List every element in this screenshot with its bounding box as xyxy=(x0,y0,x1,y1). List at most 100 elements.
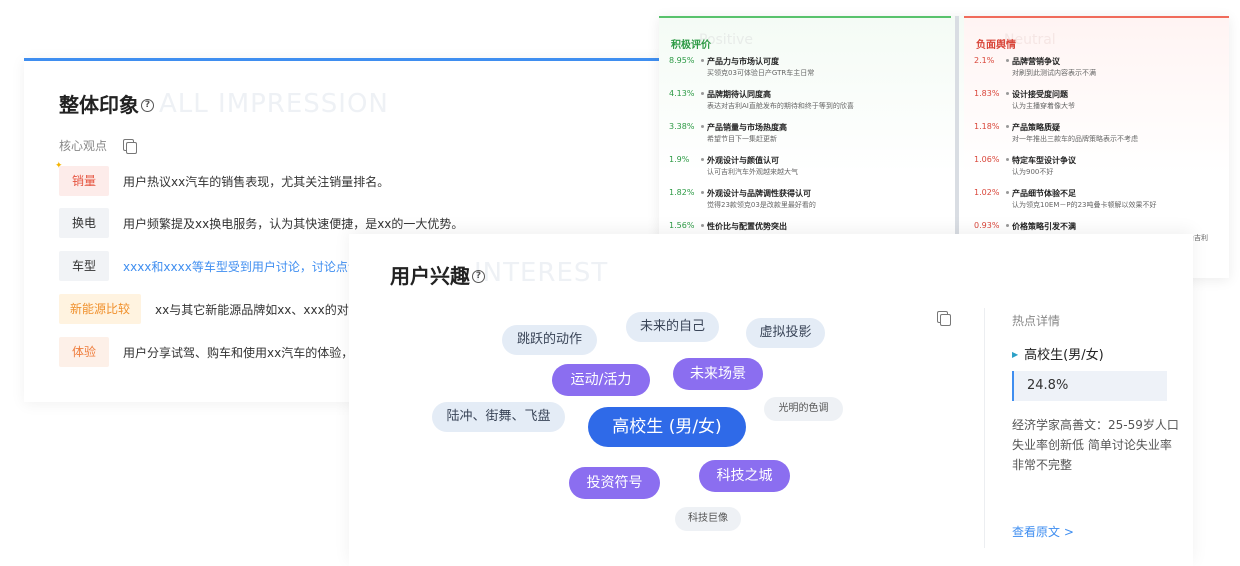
impression-link-text[interactable]: xxxx和xxxx等车型受到用户讨论，讨论点包括 xyxy=(123,258,372,275)
hot-description: 经济学家高善文：25-59岁人口 失业率创新低 简单讨论失业率 非常不完整 xyxy=(1012,415,1182,475)
sentiment-item-title: 性价比与配置优势突出 xyxy=(707,222,787,231)
hot-desc-line: 经济学家高善文：25-59岁人口 xyxy=(1012,418,1179,432)
sentiment-item-title: 产品策略质疑 xyxy=(1012,123,1060,132)
impression-text: xx与其它新能源品牌如xx、xxx的对比 xyxy=(155,302,361,317)
interest-bubble[interactable]: 运动/活力 xyxy=(552,364,650,396)
sentiment-item-desc: 觉得23款领克03是改款里最好看的 xyxy=(707,201,816,209)
bullet-dot-icon xyxy=(1006,191,1009,194)
impression-title: 整体印象 xyxy=(59,93,139,117)
impression-title-row: 整体印象? ALL IMPRESSION xyxy=(59,89,388,125)
interest-bubble[interactable]: 未来场景 xyxy=(673,358,763,390)
sentiment-percent: 4.13% xyxy=(669,89,695,98)
bullet-dot-icon xyxy=(1006,92,1009,95)
positive-sentiment-item: 4.13% 品牌期待认同度高表达对吉利AI直舱发布的期待和终于等到的欣喜 xyxy=(669,89,949,119)
sentiment-item-title: 外观设计与品牌调性获得认可 xyxy=(707,189,811,198)
interest-main-bubble[interactable]: 高校生 (男/女) xyxy=(588,407,746,447)
bullet-dot-icon xyxy=(1006,224,1009,227)
sentiment-item-desc: 认可吉利汽车外观越来越大气 xyxy=(707,168,798,176)
sentiment-item-desc: 对刷到此测试内容表示不满 xyxy=(1012,69,1096,77)
impression-tag[interactable]: 体验 xyxy=(59,337,109,367)
impression-row: 销量 用户热议xx汽车的销售表现，尤其关注销量排名。 xyxy=(59,166,389,196)
help-icon[interactable]: ? xyxy=(472,270,485,283)
sentiment-percent: 1.06% xyxy=(974,155,1000,164)
hot-topic-text: 高校生(男/女) xyxy=(1024,348,1104,363)
positive-sentiment-item: 1.9% 外观设计与颜值认可认可吉利汽车外观越来越大气 xyxy=(669,155,949,185)
impression-watermark: ALL IMPRESSION xyxy=(159,89,389,119)
bullet-dot-icon xyxy=(701,125,704,128)
sentiment-item-title: 特定车型设计争议 xyxy=(1012,156,1076,165)
sentiment-item-title: 品牌营销争议 xyxy=(1012,57,1060,66)
positive-sentiment-item: 1.82% 外观设计与品牌调性获得认可 觉得23款领克03是改款里最好看的 xyxy=(669,188,949,218)
sentiment-item-title: 产品细节体验不足 xyxy=(1012,189,1076,198)
bullet-dot-icon xyxy=(701,191,704,194)
negative-sentiment-item: 1.02% 产品细节体验不足认为领克10EM－P的23吨叠卡顿解以效果不好 xyxy=(974,188,1229,218)
sentiment-percent: 1.9% xyxy=(669,155,690,164)
positive-title: 积极评价 xyxy=(671,40,711,51)
sentiment-percent: 1.56% xyxy=(669,221,695,230)
sentiment-item-desc: 希望节目下一集赶更新 xyxy=(707,135,777,143)
sentiment-percent: 1.82% xyxy=(669,188,695,197)
interest-bubble[interactable]: 投资符号 xyxy=(569,467,660,499)
hot-details-label: 热点详情 xyxy=(1012,314,1061,328)
interest-watermark: INTEREST xyxy=(474,258,609,288)
core-points-label: 核心观点 xyxy=(59,139,108,153)
interest-bubble[interactable]: 光明的色调 xyxy=(764,397,843,421)
sentiment-item-title: 产品销量与市场热度高 xyxy=(707,123,787,132)
help-icon[interactable]: ? xyxy=(141,99,154,112)
impression-tag[interactable]: 销量 xyxy=(59,166,109,196)
sentiment-percent: 8.95% xyxy=(669,56,695,65)
sentiment-item-title: 外观设计与颜值认可 xyxy=(707,156,779,165)
sentiment-item-title: 品牌期待认同度高 xyxy=(707,90,771,99)
sentiment-item-desc: 对一年推出三款车的品牌策略表示不考虑 xyxy=(1012,135,1138,143)
interest-bubble[interactable]: 科技之城 xyxy=(699,460,790,492)
hot-percent-box: 24.8% xyxy=(1012,371,1167,401)
impression-text: 用户热议xx汽车的销售表现，尤其关注销量排名。 xyxy=(123,174,390,189)
view-original-link[interactable]: 查看原文 > xyxy=(1012,523,1074,540)
positive-sentiment-item: 8.95% 产品力与市场认可度 买领克03可体验日产GTR车主日常 xyxy=(669,56,949,86)
interest-bubble[interactable]: 未来的自己 xyxy=(626,312,719,342)
interest-bubble[interactable]: 虚拟投影 xyxy=(746,318,825,348)
triangle-right-icon: ▶ xyxy=(1012,350,1019,359)
impression-tag[interactable]: 新能源比较 xyxy=(59,294,141,324)
interest-title-row: 用户兴趣? INTEREST xyxy=(390,258,607,294)
hot-desc-line: 非常不完整 xyxy=(1012,458,1073,472)
sentiment-percent: 0.93% xyxy=(974,221,1000,230)
sentiment-item-desc: 认为领克10EM－P的23吨叠卡顿解以效果不好 xyxy=(1012,201,1157,209)
bullet-dot-icon xyxy=(701,224,704,227)
interest-bubble[interactable]: 陆冲、街舞、飞盘 xyxy=(432,402,565,432)
interest-title: 用户兴趣 xyxy=(390,264,470,288)
user-interest-card: 用户兴趣? INTEREST 跳跃的动作 未来的自己 虚拟投影 运动/活力 未来… xyxy=(349,234,1193,566)
sentiment-item-desc: 认为主播穿着像大爷 xyxy=(1012,102,1075,110)
impression-tag[interactable]: 换电 xyxy=(59,208,109,238)
negative-sentiment-item: 1.83% 设计接受度问题 认为主播穿着像大爷 xyxy=(974,89,1229,119)
sentiment-item-desc: 表达对吉利AI直舱发布的期待和终于等到的欣喜 xyxy=(707,102,854,110)
sentiment-item-title: 设计接受度问题 xyxy=(1012,90,1068,99)
interest-divider xyxy=(984,308,985,548)
copy-icon[interactable] xyxy=(123,139,137,154)
negative-sentiment-item: 1.18% 产品策略质疑对一年推出三款车的品牌策略表示不考虑 xyxy=(974,122,1229,152)
interest-bubble[interactable]: 科技巨像 xyxy=(675,507,741,531)
copy-icon[interactable] xyxy=(937,311,951,326)
bullet-dot-icon xyxy=(701,59,704,62)
impression-row: 新能源比较 xx与其它新能源品牌如xx、xxx的对比 xyxy=(59,294,361,324)
bullet-dot-icon xyxy=(701,158,704,161)
negative-sentiment-item: 1.06% 特定车型设计争议 认为900不好 xyxy=(974,155,1229,185)
bullet-dot-icon xyxy=(1006,125,1009,128)
impression-tag[interactable]: 车型 xyxy=(59,251,109,281)
hot-topic-name: ▶ 高校生(男/女) xyxy=(1012,344,1104,363)
bullet-dot-icon xyxy=(1006,158,1009,161)
bullet-dot-icon xyxy=(701,92,704,95)
bullet-dot-icon xyxy=(1006,59,1009,62)
sentiment-item-title: 产品力与市场认可度 xyxy=(707,57,779,66)
sentiment-percent: 3.38% xyxy=(669,122,695,131)
interest-bubble[interactable]: 跳跃的动作 xyxy=(502,325,597,355)
sentiment-percent: 1.83% xyxy=(974,89,1000,98)
impression-row: 车型 xxxx和xxxx等车型受到用户讨论，讨论点包括 xyxy=(59,251,372,281)
sentiment-percent: 1.18% xyxy=(974,122,1000,131)
sentiment-percent: 2.1% xyxy=(974,56,995,65)
impression-text: 用户分享试驾、购车和使用xx汽车的体验，强 xyxy=(123,345,366,360)
negative-title: 负面舆情 xyxy=(976,40,1016,51)
hot-desc-line: 失业率创新低 简单讨论失业率 xyxy=(1012,438,1172,452)
sentiment-percent: 1.02% xyxy=(974,188,1000,197)
positive-sentiment-item: 3.38% 产品销量与市场热度高 希望节目下一集赶更新 xyxy=(669,122,949,152)
